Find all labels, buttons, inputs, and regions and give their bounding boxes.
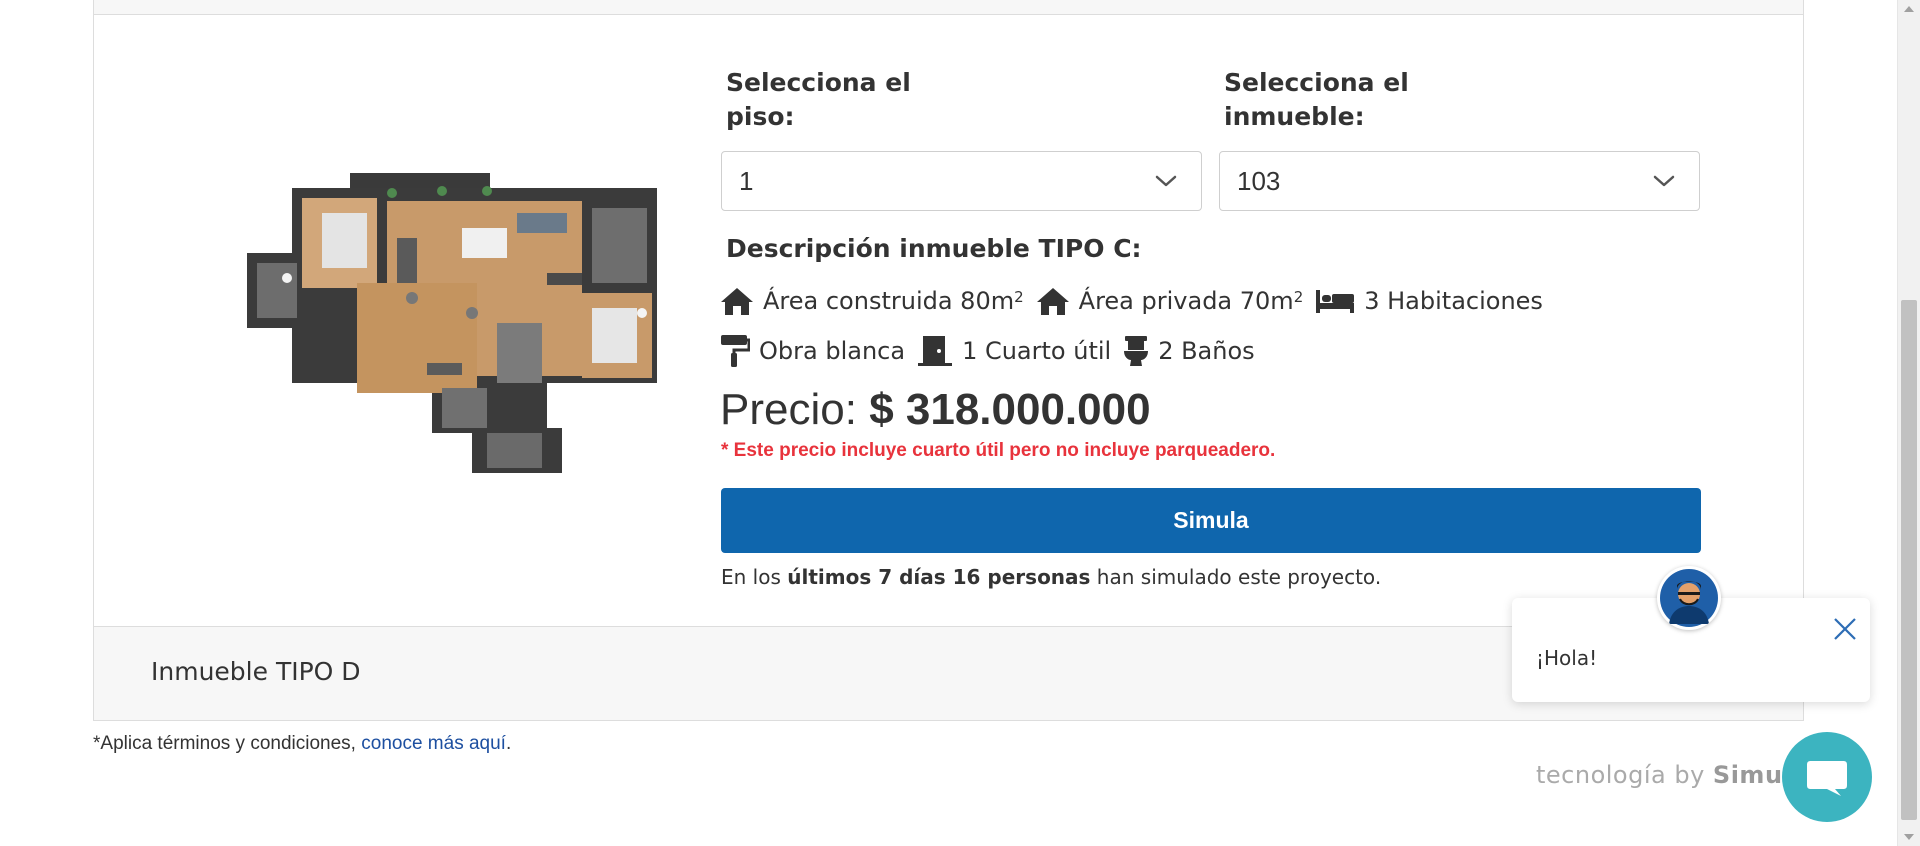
bed-icon [1316,290,1355,313]
page-scrollbar[interactable] [1897,0,1920,846]
brand-logo: Simul [1712,761,1792,789]
floor-select[interactable]: 1 [721,151,1202,211]
description-title: Descripción inmueble TIPO C: [726,234,1142,263]
feature-bedrooms: 3 Habitaciones [1315,287,1543,315]
floor-plan-image [247,173,657,473]
close-icon[interactable] [1832,616,1858,642]
chat-greeting: ¡Hola! [1536,646,1598,670]
floor-select-label: Selecciona el piso: [726,68,911,131]
toilet-icon [1124,336,1149,366]
simulation-stats: En los últimos 7 días 16 personas han si… [721,565,1382,589]
brand-credit: tecnología by Simul [1536,761,1792,789]
terms-note: *Aplica términos y condiciones, conoce m… [93,733,512,754]
chat-icon [1807,761,1847,796]
card-top-bar [94,0,1803,15]
page: Inmueble TIPO D Selecciona el piso: Sele… [0,0,1920,846]
next-unit-label: Inmueble TIPO D [151,657,361,686]
unit-select[interactable]: 103 [1219,151,1700,211]
house-icon [1036,288,1069,315]
chat-agent-avatar [1657,566,1721,630]
chat-launcher-button[interactable] [1782,732,1872,822]
house-icon [721,288,753,315]
feature-built-area: Área construida 80m 2 [720,286,1024,316]
chevron-down-icon [1653,175,1675,187]
price-note: * Este precio incluye cuarto útil pero n… [721,440,1276,461]
feature-finish: Obra blanca [720,334,905,368]
scroll-thumb[interactable] [1901,300,1917,820]
terms-link[interactable]: conoce más aquí [361,733,506,754]
unit-select-label: Selecciona el inmueble: [1224,68,1409,131]
floor-select-value: 1 [739,165,754,196]
door-icon [918,336,953,366]
feature-storage-room: 1 Cuarto útil [917,335,1111,367]
chevron-down-icon [1155,175,1177,187]
scroll-down-icon[interactable] [1904,834,1914,840]
paint-roller-icon [721,335,750,367]
feature-list: Área construida 80m 2 Área privada 70m 2 3… [720,276,1780,376]
simula-button[interactable]: Simula [721,488,1701,553]
scroll-up-icon[interactable] [1904,6,1914,12]
feature-private-area: Área privada 70m 2 [1036,286,1303,316]
price-label: Precio: [720,385,857,434]
price: Precio: $ 318.000.000 [720,385,1151,435]
price-amount: $ 318.000.000 [869,385,1151,434]
unit-select-value: 103 [1237,165,1281,196]
feature-bathrooms: 2 Baños [1123,335,1255,367]
